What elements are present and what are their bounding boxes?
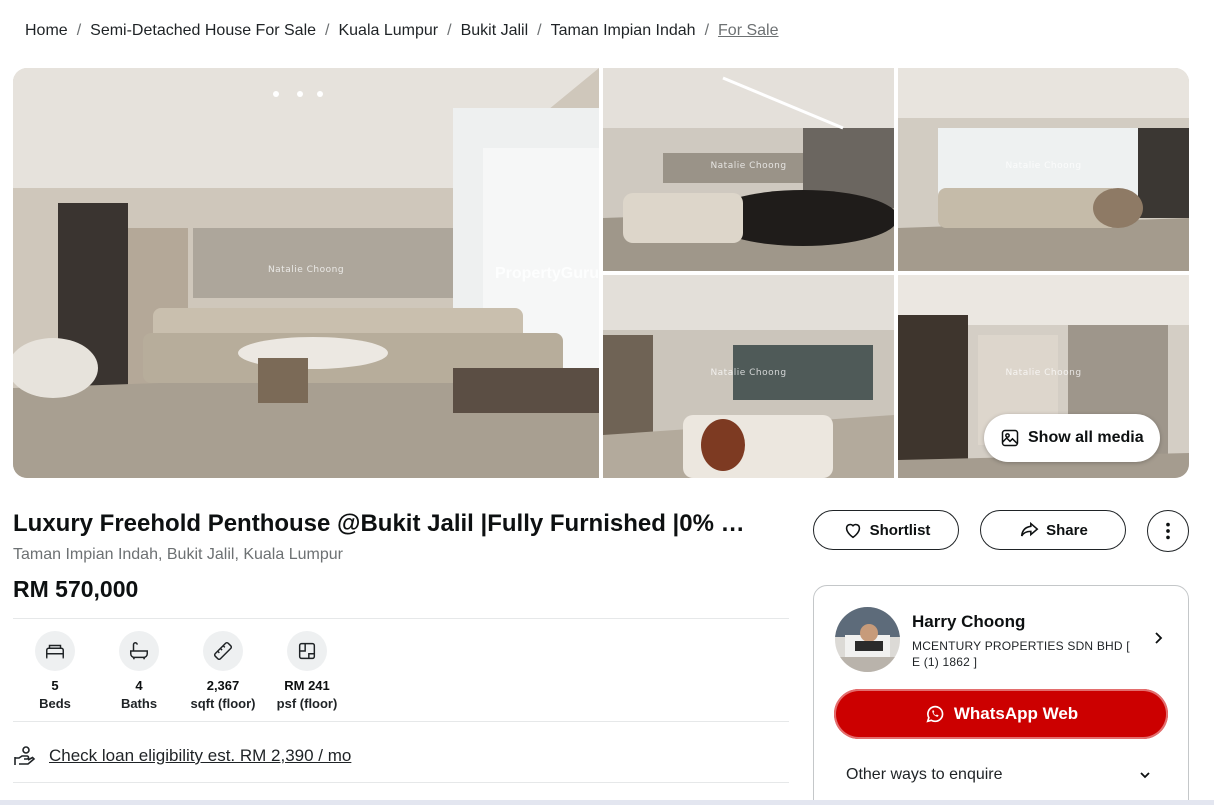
baths-value: 4 [135, 678, 143, 693]
listing-title: Luxury Freehold Penthouse @Bukit Jalil |… [13, 510, 758, 537]
show-all-media-label: Show all media [1028, 429, 1144, 446]
gallery-photo-3[interactable]: Natalie Choong [603, 275, 894, 478]
main-photo[interactable]: Natalie Choong PropertyGuru [13, 68, 599, 478]
breadcrumb-separator: / [325, 22, 330, 39]
breadcrumb-separator: / [537, 22, 542, 39]
breadcrumb-area[interactable]: Bukit Jalil [461, 22, 529, 40]
feature-psf: RM 241 psf (floor) [265, 631, 349, 711]
breadcrumb-state[interactable]: Kuala Lumpur [338, 22, 438, 40]
share-button[interactable]: Share [980, 510, 1126, 550]
heart-icon [845, 523, 860, 539]
breadcrumb: Home / Semi-Detached House For Sale / Ku… [25, 22, 779, 40]
divider [13, 721, 789, 722]
other-ways-label: Other ways to enquire [846, 766, 1003, 783]
gallery-icon [1001, 429, 1019, 447]
breadcrumb-neighbourhood[interactable]: Taman Impian Indah [551, 22, 696, 40]
agent-watermark: Natalie Choong [710, 368, 787, 379]
agent-name[interactable]: Harry Choong [912, 612, 1025, 632]
brand-watermark: PropertyGuru [494, 264, 599, 282]
chevron-right-icon[interactable] [1150, 630, 1166, 646]
show-all-media-button[interactable]: Show all media [984, 414, 1160, 462]
bed-icon [35, 631, 75, 671]
other-ways-to-enquire-dropdown[interactable]: Other ways to enquire [846, 766, 1152, 784]
beds-label: Beds [39, 696, 71, 711]
floor-area-value: 2,367 [206, 678, 240, 693]
beds-value: 5 [51, 678, 59, 693]
ruler-icon [203, 631, 243, 671]
share-icon [1021, 521, 1039, 537]
shortlist-label: Shortlist [869, 521, 931, 539]
agent-contact-card: Harry Choong MCENTURY PROPERTIES SDN BHD… [813, 585, 1189, 805]
gallery-photo-2[interactable]: Natalie Choong [898, 68, 1189, 271]
breadcrumb-current[interactable]: For Sale [718, 22, 778, 40]
loan-eligibility-link[interactable]: Check loan eligibility est. RM 2,390 / m… [13, 744, 351, 768]
divider [13, 782, 789, 783]
agent-watermark: Natalie Choong [710, 161, 787, 172]
floorplan-icon [287, 631, 327, 671]
more-options-button[interactable] [1147, 510, 1189, 552]
feature-beds: 5 Beds [13, 631, 97, 711]
whatsapp-web-label: WhatsApp Web [953, 704, 1079, 723]
divider [13, 618, 789, 619]
agent-watermark: Natalie Choong [1005, 368, 1082, 379]
breadcrumb-separator: / [76, 22, 82, 39]
breadcrumb-separator: / [704, 22, 710, 39]
kebab-menu-icon [1166, 522, 1170, 540]
feature-baths: 4 Baths [97, 631, 181, 711]
feature-floor-area: 2,367 sqft (floor) [181, 631, 265, 711]
whatsapp-web-button[interactable]: WhatsApp Web [834, 689, 1168, 739]
loan-eligibility-text: Check loan eligibility est. RM 2,390 / m… [49, 746, 352, 765]
agent-agency: MCENTURY PROPERTIES SDN BHD [ E (1) 1862… [912, 639, 1130, 669]
bathtub-icon [119, 631, 159, 671]
gallery-photo-1[interactable]: Natalie Choong [603, 68, 894, 271]
whatsapp-icon [926, 705, 944, 723]
page-bottom-edge [0, 800, 1214, 805]
psf-label: psf (floor) [276, 696, 338, 711]
psf-value: RM 241 [284, 678, 330, 693]
listing-address: Taman Impian Indah, Bukit Jalil, Kuala L… [13, 546, 343, 563]
agent-avatar[interactable] [835, 607, 900, 672]
agent-watermark: Natalie Choong [1005, 161, 1082, 172]
floor-area-label: sqft (floor) [190, 696, 256, 711]
share-label: Share [1046, 521, 1088, 539]
breadcrumb-home[interactable]: Home [25, 22, 68, 40]
hand-coin-icon [14, 746, 36, 765]
key-features: 5 Beds 4 Baths 2,367 sqft (floor) RM 241… [13, 631, 349, 711]
agent-photo-image [835, 607, 900, 672]
chevron-down-icon [1140, 772, 1150, 779]
shortlist-button[interactable]: Shortlist [813, 510, 959, 550]
baths-label: Baths [120, 696, 158, 711]
listing-price: RM 570,000 [13, 576, 139, 602]
breadcrumb-property-type[interactable]: Semi-Detached House For Sale [90, 22, 316, 40]
breadcrumb-separator: / [447, 22, 452, 39]
